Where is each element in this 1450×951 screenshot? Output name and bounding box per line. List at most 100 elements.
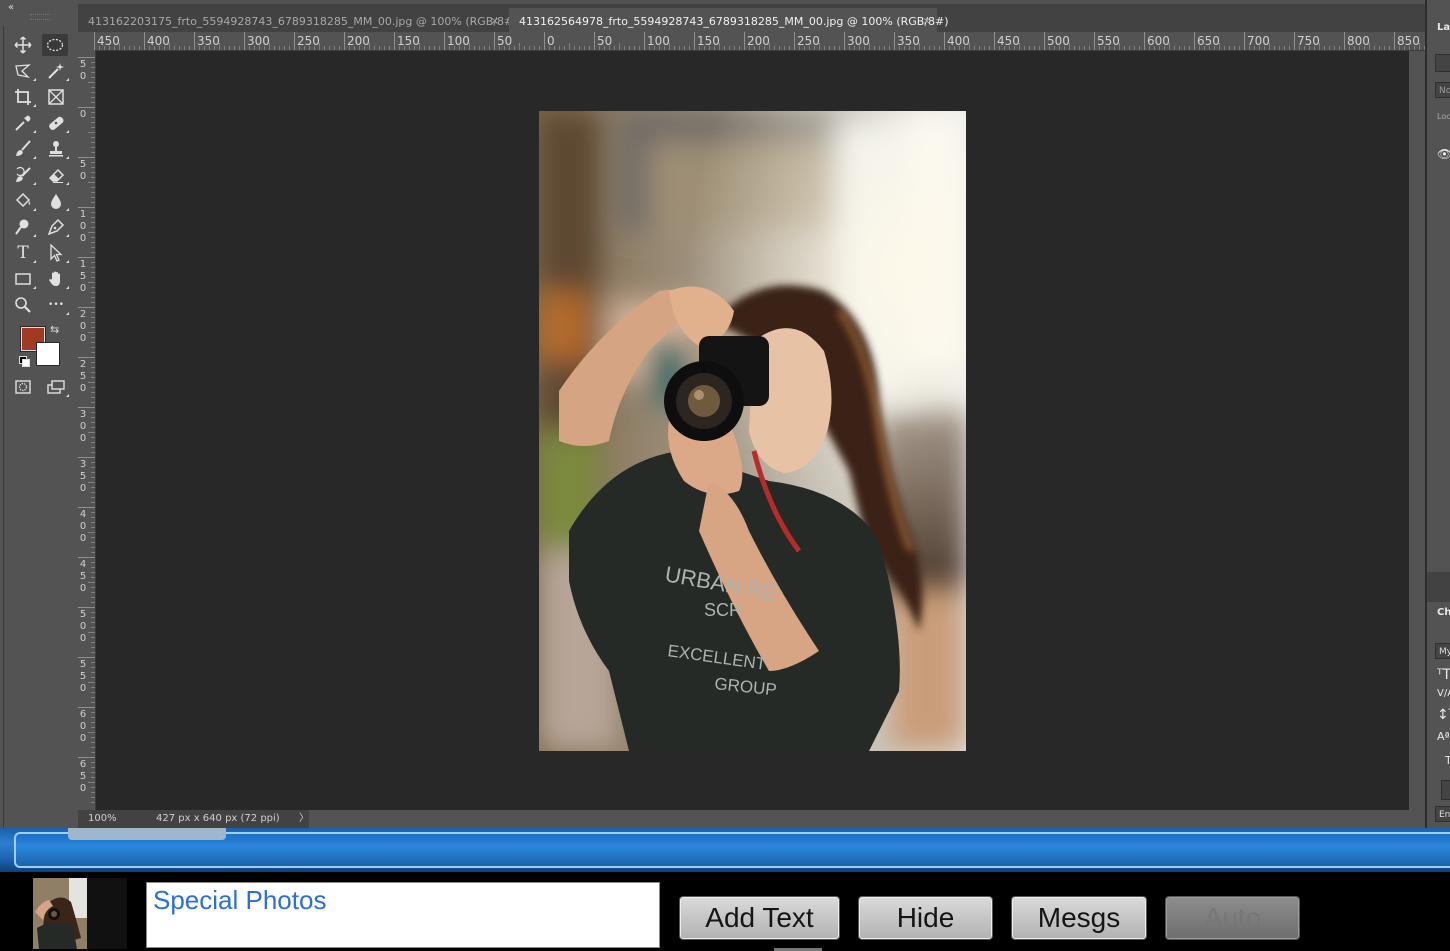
ruler-minor-tick — [1409, 46, 1410, 50]
ruler-minor-tick — [91, 67, 95, 68]
font-family-field[interactable]: My — [1435, 643, 1450, 659]
ruler-minor-tick — [1214, 46, 1215, 50]
eyedropper-icon[interactable] — [10, 112, 36, 134]
ruler-minor-tick — [1154, 46, 1155, 50]
add-text-button[interactable]: Add Text — [680, 897, 839, 939]
vertical-ruler[interactable]: 5005010015020025030035040045050055060065… — [78, 50, 96, 810]
quick-mask-icon[interactable] — [10, 376, 36, 398]
pen-icon[interactable] — [43, 216, 69, 238]
faux-style-icon[interactable]: T — [1445, 754, 1450, 767]
ruler-minor-tick — [954, 46, 955, 50]
crop-icon[interactable] — [10, 86, 36, 108]
ruler-minor-tick — [359, 46, 360, 50]
ruler-minor-tick — [91, 442, 95, 443]
ruler-minor-tick — [504, 46, 505, 50]
ruler-label: 6 — [79, 759, 87, 770]
ruler-minor-tick — [91, 272, 95, 273]
status-menu-arrow-icon[interactable]: 〉 — [299, 810, 309, 828]
visibility-eye-icon[interactable]: 👁 — [1437, 147, 1450, 161]
ruler-minor-tick — [609, 46, 610, 50]
ruler-minor-tick — [714, 46, 715, 50]
ruler-major-tick — [78, 57, 95, 58]
ruler-minor-tick — [91, 542, 95, 543]
path-selection-icon[interactable] — [43, 242, 69, 264]
dodge-icon[interactable] — [10, 216, 36, 238]
ruler-minor-tick — [129, 46, 130, 50]
ruler-minor-tick — [88, 382, 95, 383]
ruler-minor-tick — [91, 102, 95, 103]
brush-icon[interactable] — [10, 138, 36, 160]
type-icon[interactable]: T — [10, 242, 36, 264]
hand-icon[interactable] — [43, 268, 69, 290]
ruler-label: 0 — [79, 633, 87, 644]
hide-button[interactable]: Hide — [859, 897, 992, 939]
ruler-minor-tick — [569, 43, 570, 50]
history-brush-icon[interactable] — [10, 164, 36, 186]
ruler-minor-tick — [91, 627, 95, 628]
magic-wand-icon[interactable] — [43, 60, 69, 82]
horizontal-ruler[interactable]: 450 400 350 300 250 200 150 100 50 0 50 100 150 200 25… — [78, 32, 1425, 51]
ruler-minor-tick — [91, 97, 95, 98]
taskbar-tab-handle[interactable] — [68, 828, 226, 840]
rectangle-icon[interactable] — [10, 268, 36, 290]
ruler-minor-tick — [1264, 46, 1265, 50]
ruler-minor-tick — [899, 46, 900, 50]
ruler-minor-tick — [839, 46, 840, 50]
photo-thumbnail[interactable] — [33, 878, 87, 949]
ruler-minor-tick — [959, 46, 960, 50]
zoom-level[interactable]: 100% — [88, 810, 117, 828]
auto-button[interactable]: Auto — [1166, 897, 1299, 939]
photo-title-field[interactable]: Special Photos — [146, 882, 660, 948]
zoom-icon[interactable] — [10, 294, 36, 316]
paint-bucket-icon[interactable] — [10, 190, 36, 212]
ruler-minor-tick — [1374, 46, 1375, 50]
language-select[interactable]: En — [1435, 806, 1450, 822]
ruler-minor-tick — [324, 46, 325, 50]
ruler-major-tick — [494, 32, 495, 50]
more-tools-icon[interactable]: ••• — [43, 294, 69, 316]
ruler-minor-tick — [689, 46, 690, 50]
clone-stamp-icon[interactable] — [43, 138, 69, 160]
ruler-minor-tick — [91, 677, 95, 678]
style-button[interactable] — [1441, 780, 1450, 800]
ruler-minor-tick — [91, 322, 95, 323]
ruler-major-tick — [94, 32, 95, 50]
screen-mode-icon[interactable] — [43, 376, 69, 398]
ruler-minor-tick — [319, 43, 320, 50]
layers-search-icon[interactable] — [1435, 54, 1450, 72]
ruler-minor-tick — [659, 46, 660, 50]
background-color-swatch[interactable] — [36, 342, 60, 366]
panel-grip[interactable] — [30, 14, 50, 20]
document-photo[interactable]: URBAN RE SCR EXCELLENT GROUP — [539, 111, 966, 751]
ruler-minor-tick — [239, 46, 240, 50]
ruler-label: 0 — [79, 171, 87, 182]
ruler-minor-tick — [91, 617, 95, 618]
ruler-major-tick — [1294, 32, 1295, 50]
ruler-label: 0 — [79, 321, 87, 332]
frame-icon[interactable] — [43, 86, 69, 108]
ruler-minor-tick — [169, 43, 170, 50]
layers-panel-title[interactable]: Lay — [1437, 22, 1450, 33]
ruler-minor-tick — [1114, 46, 1115, 50]
healing-brush-icon[interactable] — [43, 112, 69, 134]
collapse-panel-icon[interactable]: « — [8, 2, 14, 13]
elliptical-marquee-icon[interactable] — [42, 34, 68, 56]
move-tool-icon[interactable] — [10, 34, 36, 56]
ruler-minor-tick — [91, 697, 95, 698]
default-colors-icon[interactable] — [19, 356, 30, 367]
ruler-minor-tick — [469, 43, 470, 50]
ruler-major-tick — [1394, 32, 1395, 50]
lasso-icon[interactable] — [10, 60, 36, 82]
character-panel-title[interactable]: Ch — [1437, 607, 1450, 618]
layer-kind-select[interactable]: No — [1435, 82, 1450, 98]
ruler-minor-tick — [919, 43, 920, 50]
ruler-minor-tick — [379, 46, 380, 50]
swap-colors-icon[interactable]: ⇆ — [50, 323, 59, 336]
eraser-icon[interactable] — [43, 164, 69, 186]
blur-drop-icon[interactable] — [43, 190, 69, 212]
ruler-minor-tick — [91, 692, 95, 693]
ruler-minor-tick — [339, 46, 340, 50]
mesgs-button[interactable]: Mesgs — [1012, 897, 1146, 939]
ruler-minor-tick — [91, 727, 95, 728]
ruler-minor-tick — [434, 46, 435, 50]
